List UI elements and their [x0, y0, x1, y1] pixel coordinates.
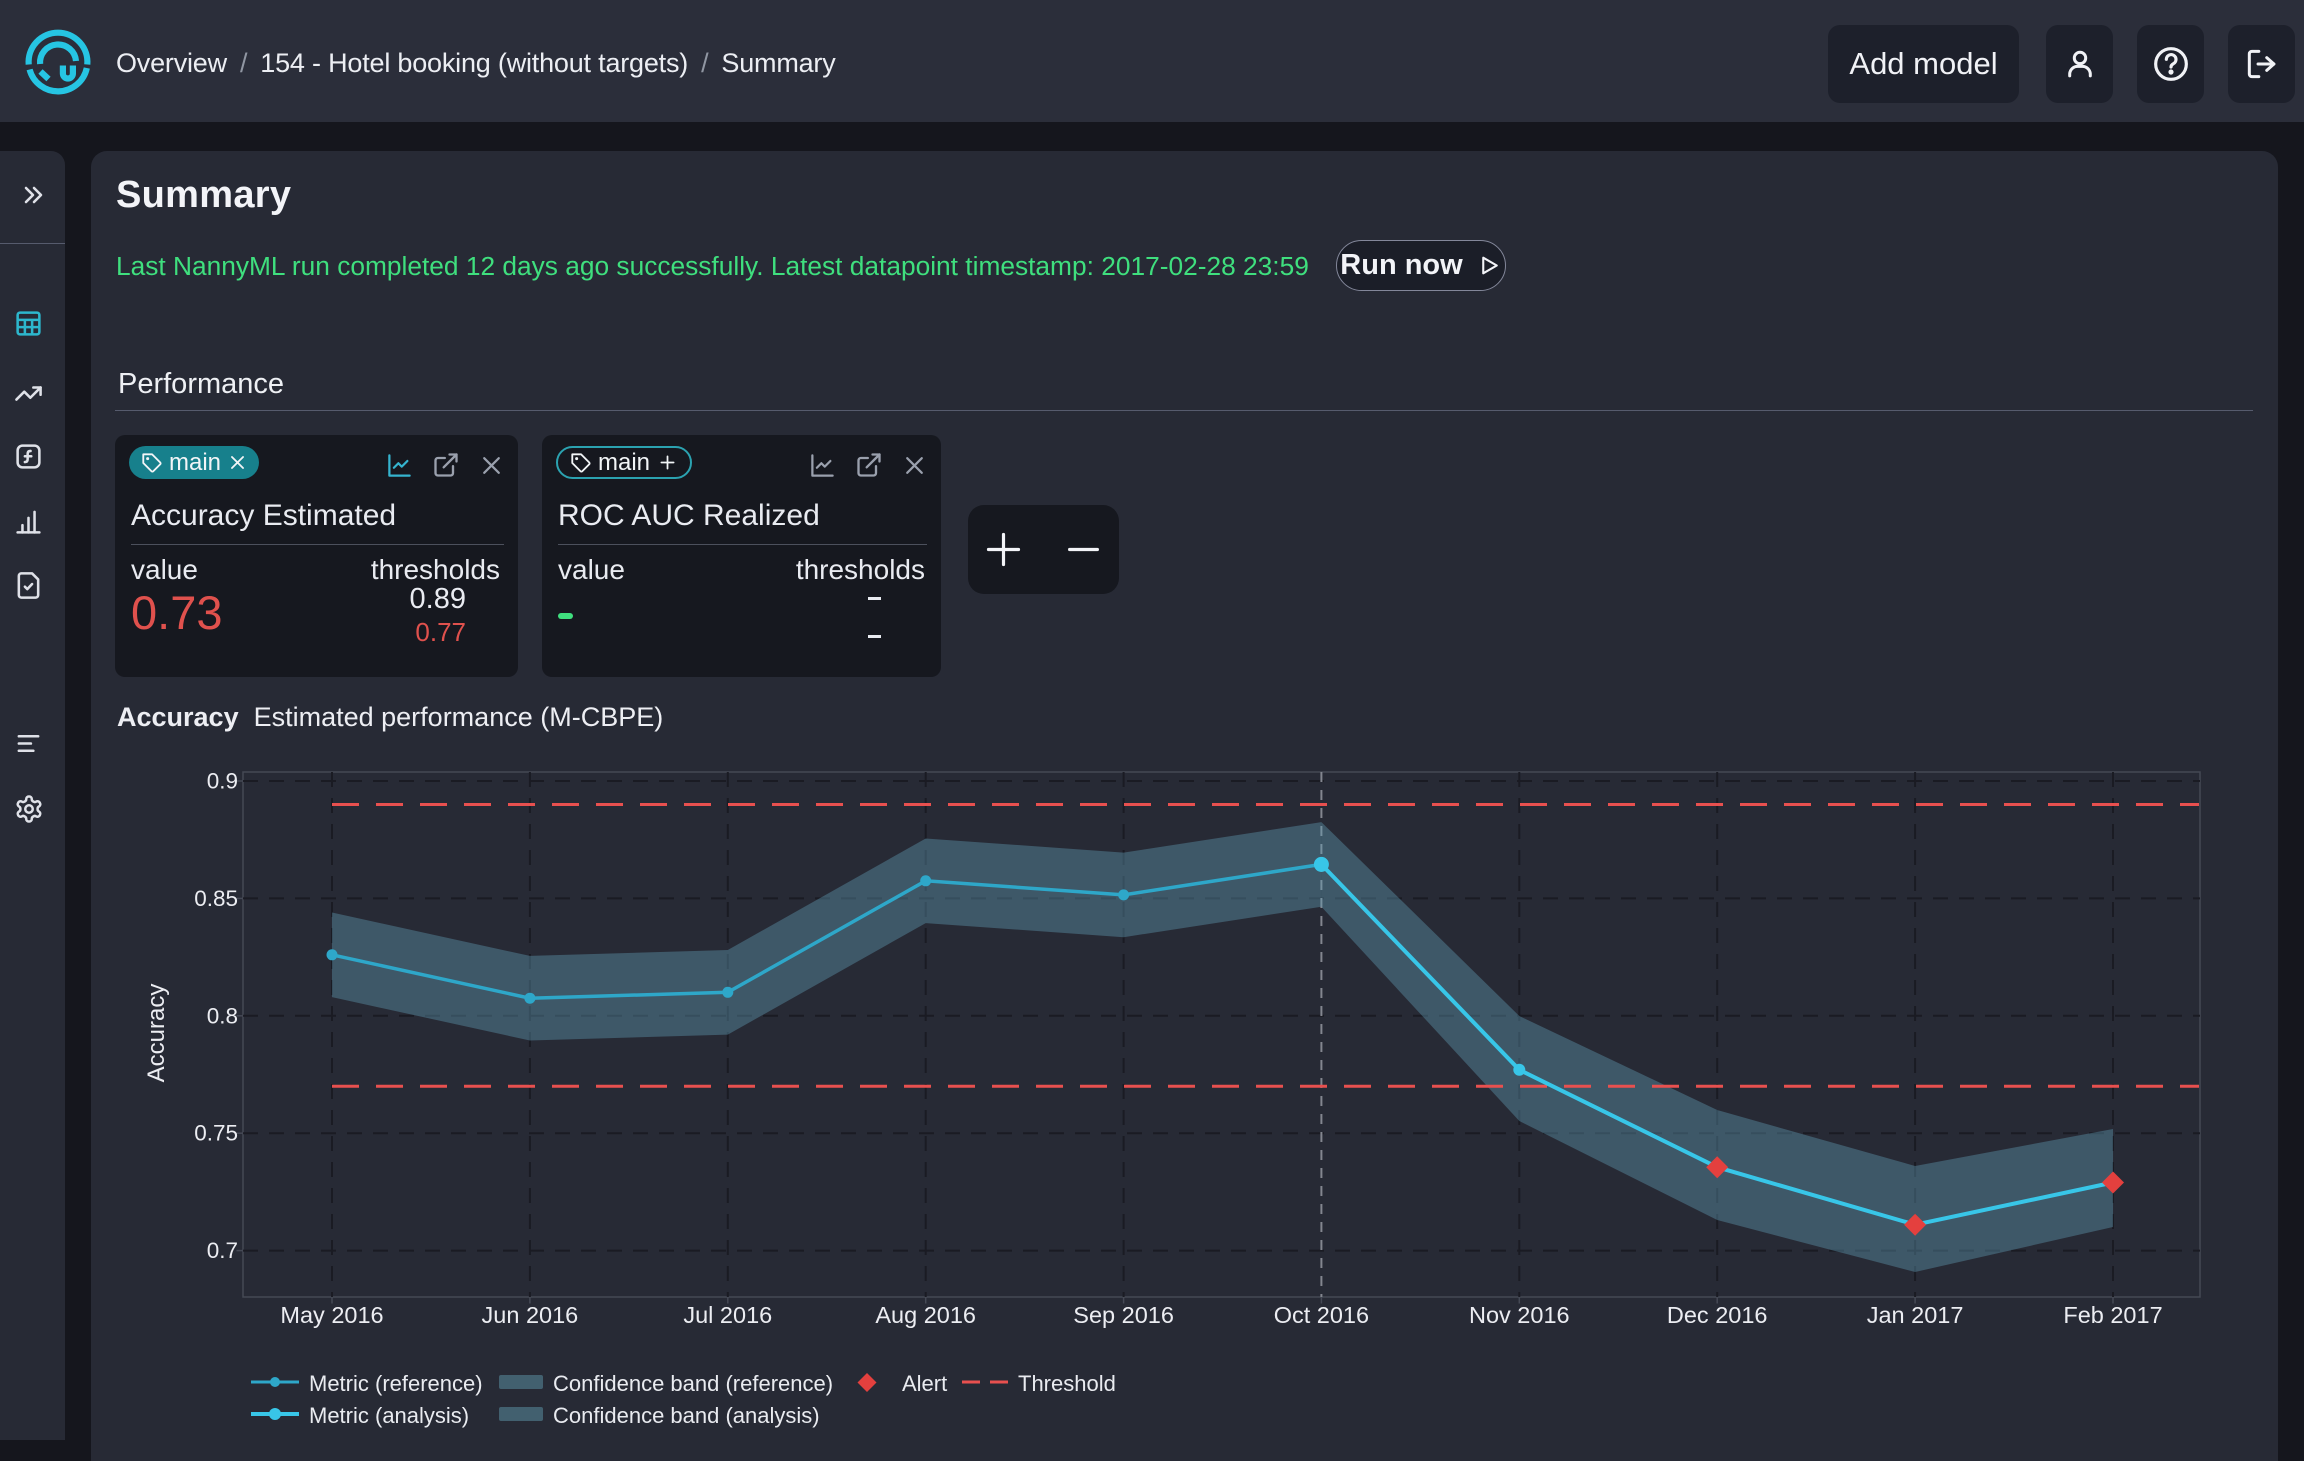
svg-text:Alert: Alert — [902, 1371, 947, 1396]
svg-text:Jun 2016: Jun 2016 — [482, 1302, 579, 1328]
svg-text:0.7: 0.7 — [207, 1238, 238, 1263]
svg-text:May 2016: May 2016 — [280, 1302, 383, 1328]
svg-text:0.8: 0.8 — [207, 1003, 238, 1028]
svg-text:Jan 2017: Jan 2017 — [1867, 1302, 1964, 1328]
svg-text:Confidence band (reference): Confidence band (reference) — [553, 1371, 833, 1396]
svg-text:0.9: 0.9 — [207, 769, 238, 794]
svg-text:Aug 2016: Aug 2016 — [875, 1302, 976, 1328]
svg-text:Sep 2016: Sep 2016 — [1073, 1302, 1174, 1328]
svg-text:Metric (reference): Metric (reference) — [309, 1371, 483, 1396]
svg-text:Jul 2016: Jul 2016 — [683, 1302, 772, 1328]
svg-text:Nov 2016: Nov 2016 — [1469, 1302, 1570, 1328]
svg-text:Metric (analysis): Metric (analysis) — [309, 1403, 469, 1428]
svg-text:Accuracy: Accuracy — [143, 984, 170, 1083]
svg-text:Oct 2016: Oct 2016 — [1274, 1302, 1369, 1328]
svg-text:Dec 2016: Dec 2016 — [1667, 1302, 1768, 1328]
svg-text:Threshold: Threshold — [1018, 1371, 1116, 1396]
svg-text:Confidence band (analysis): Confidence band (analysis) — [553, 1403, 820, 1428]
svg-text:Feb 2017: Feb 2017 — [2063, 1302, 2162, 1328]
svg-text:0.85: 0.85 — [194, 886, 238, 911]
svg-text:0.75: 0.75 — [194, 1121, 238, 1146]
